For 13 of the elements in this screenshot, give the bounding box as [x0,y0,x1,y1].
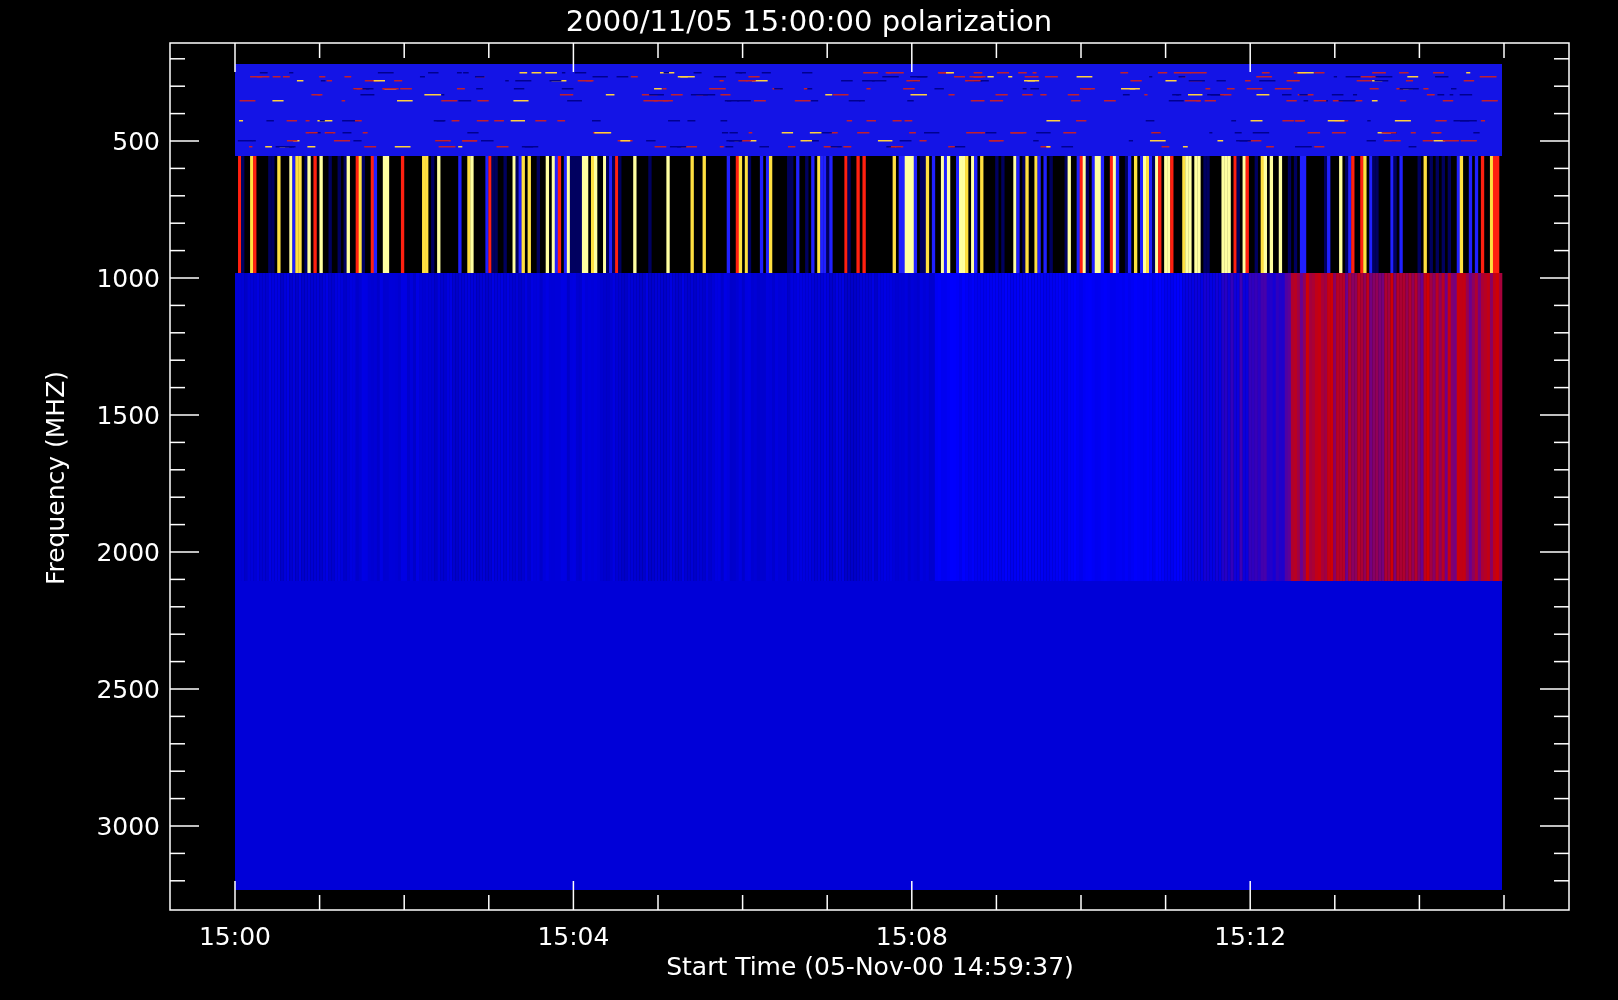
x-tick-label: 15:12 [1214,922,1287,951]
y-tick-label: 2500 [96,675,160,704]
x-tick-label: 15:04 [537,922,610,951]
x-axis-label: Start Time (05-Nov-00 14:59:37) [666,952,1074,981]
y-tick-label: 1500 [96,401,160,430]
y-axis-label: Frequency (MHZ) [41,370,70,586]
x-tick-label: 15:08 [875,922,948,951]
y-tick-label: 1000 [96,264,160,293]
y-tick-label: 500 [112,127,160,156]
x-tick-label: 15:00 [199,922,271,951]
y-tick-label: 2000 [96,538,160,567]
plot-title: 2000/11/05 15:00:00 polarization [565,4,1053,38]
y-tick-label: 3000 [96,812,160,841]
